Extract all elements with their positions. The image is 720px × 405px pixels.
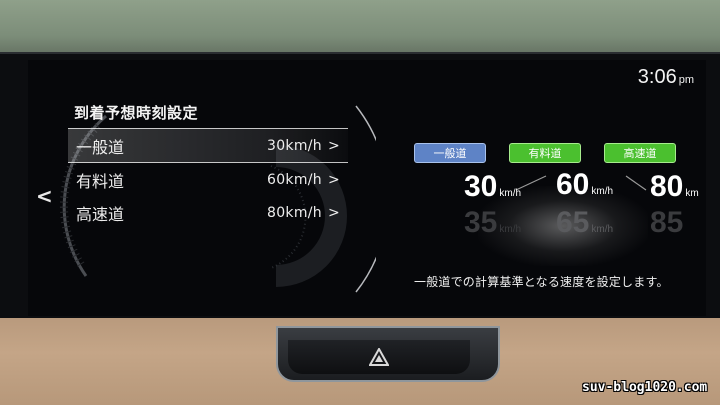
chevron-right-icon: > — [327, 171, 340, 188]
hazard-button[interactable] — [288, 340, 470, 374]
menu-item-value: 30km/h > — [267, 137, 340, 154]
clock-time: 3:06 — [637, 66, 677, 88]
speed-toll-next: 65 km/h — [556, 206, 614, 239]
menu-item-expressway[interactable]: 高速道 80km/h > — [68, 196, 348, 229]
chevron-right-icon: > — [327, 204, 340, 221]
speed-expressway-next: 85 — [650, 206, 684, 239]
background-window — [0, 0, 720, 60]
chip-expressway: 高速道 — [604, 143, 676, 163]
clock-ampm: pm — [678, 74, 694, 86]
menu-item-label: 一般道 — [76, 137, 125, 157]
back-button[interactable]: < — [36, 184, 53, 208]
speed-preview: 30 km/h 60 km/h 80 km 35 km/h 65 km/h 85 — [408, 168, 699, 266]
clock: 3:06 pm — [638, 66, 694, 89]
speed-general-next: 35 km/h — [464, 206, 522, 239]
menu-item-value: 60km/h > — [267, 171, 340, 188]
chip-toll-road: 有料道 — [509, 143, 581, 163]
page-title: 到着予想時刻設定 — [74, 104, 199, 122]
menu-item-value: 80km/h > — [267, 204, 340, 221]
menu-item-general-road[interactable]: 一般道 30km/h > — [68, 128, 348, 163]
road-type-chips: 一般道 有料道 高速道 — [414, 143, 676, 163]
speed-expressway: 80 km — [650, 170, 699, 203]
menu-item-toll-road[interactable]: 有料道 60km/h > — [68, 163, 348, 196]
menu-item-label: 有料道 — [76, 171, 125, 191]
watermark: suv-blog1020.com — [582, 380, 708, 395]
menu-item-label: 高速道 — [76, 204, 125, 224]
hazard-icon — [369, 348, 389, 366]
description-text: 一般道での計算基準となる速度を設定します。 — [414, 275, 669, 289]
chevron-left-icon: < — [36, 184, 53, 208]
chip-general-road: 一般道 — [414, 143, 486, 163]
infotainment-screen: 3:06 pm < 到着予想時刻設定 一般道 30km/h > 有料道 60km/h… — [28, 60, 706, 316]
speed-toll: 60 km/h — [556, 168, 614, 201]
chevron-right-icon: > — [327, 137, 340, 154]
speed-settings-menu: 一般道 30km/h > 有料道 60km/h > 高速道 80km/h > — [68, 128, 348, 229]
speed-general: 30 km/h — [464, 170, 522, 203]
